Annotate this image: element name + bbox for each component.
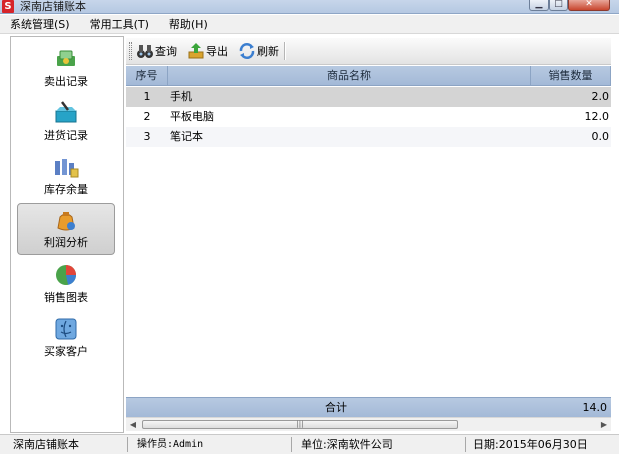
export-button[interactable]: 导出 <box>187 41 228 61</box>
sidebar-item-chart[interactable]: 销售图表 <box>17 259 115 311</box>
window-title: 深南店铺账本 <box>20 0 86 13</box>
menu-system[interactable]: 系统管理(S) <box>10 16 70 32</box>
maximize-button[interactable]: □ <box>549 0 568 11</box>
profit-icon <box>57 212 75 231</box>
cell-no: 3 <box>143 130 151 143</box>
table-row[interactable]: 3 笔记本 0.0 <box>126 127 611 147</box>
sidebar-item-label: 卖出记录 <box>44 75 88 88</box>
cell-qty: 0.0 <box>591 130 610 143</box>
pie-chart-icon <box>56 265 76 285</box>
toolbar-separator <box>284 42 286 60</box>
refresh-button[interactable]: 刷新 <box>238 41 279 61</box>
menu-help[interactable]: 帮助(H) <box>169 16 208 32</box>
close-button[interactable]: ✕ <box>568 0 610 11</box>
cell-name: 笔记本 <box>170 130 203 143</box>
sidebar-item-customers[interactable]: 买家客户 <box>17 313 115 365</box>
export-label: 导出 <box>206 45 228 58</box>
refresh-label: 刷新 <box>257 45 279 58</box>
cell-no: 2 <box>143 110 151 123</box>
scroll-left-icon[interactable]: ◀ <box>126 418 140 431</box>
sidebar-item-profit[interactable]: 利润分析 <box>17 203 115 255</box>
sidebar-item-label: 销售图表 <box>44 291 88 304</box>
summary-label: 合计 <box>325 401 347 414</box>
status-operator: 操作员:Admin <box>134 437 292 452</box>
scroll-right-icon[interactable]: ▶ <box>597 418 611 431</box>
column-header-no[interactable]: 序号 <box>126 66 168 86</box>
minimize-button[interactable]: ▁ <box>529 0 549 11</box>
sidebar-item-label: 买家客户 <box>44 345 88 358</box>
horizontal-scrollbar[interactable]: ◀ ||| ▶ <box>126 417 611 431</box>
sidebar-item-purchase[interactable]: 进货记录 <box>17 97 115 149</box>
sidebar-item-inventory[interactable]: 库存余量 <box>17 151 115 203</box>
query-button[interactable]: 查询 <box>136 41 177 61</box>
refresh-icon <box>239 43 255 59</box>
data-grid: 序号 商品名称 销售数量 1 手机 2.0 2 平板电脑 12.0 3 笔记本 … <box>126 66 611 396</box>
sidebar: 卖出记录 进货记录 库存余量 利润分析 销售图表 买家客户 <box>10 36 124 433</box>
query-label: 查询 <box>155 45 177 58</box>
inventory-icon <box>55 159 79 178</box>
menu-tools[interactable]: 常用工具(T) <box>90 16 149 32</box>
column-header-qty[interactable]: 销售数量 <box>531 66 611 86</box>
binoculars-icon <box>137 45 153 58</box>
status-unit: 单位:深南软件公司 <box>298 437 466 452</box>
column-header-name[interactable]: 商品名称 <box>168 66 531 86</box>
purchase-icon <box>55 101 77 123</box>
status-app: 深南店铺账本 <box>10 437 128 452</box>
sell-icon <box>57 50 75 66</box>
cell-no: 1 <box>143 90 151 103</box>
toolbar: 查询 导出 刷新 <box>126 38 611 65</box>
toolbar-grip[interactable] <box>129 42 132 60</box>
menu-bar: 系统管理(S) 常用工具(T) 帮助(H) <box>0 15 619 34</box>
sidebar-item-label: 库存余量 <box>44 183 88 196</box>
summary-value: 14.0 <box>582 401 608 414</box>
status-bar: 深南店铺账本 操作员:Admin 单位:深南软件公司 日期:2015年06月30… <box>0 434 619 454</box>
summary-row: 合计 14.0 <box>126 397 611 417</box>
cell-name: 平板电脑 <box>170 110 214 123</box>
cell-qty: 2.0 <box>591 90 610 103</box>
table-row[interactable]: 1 手机 2.0 <box>126 87 611 107</box>
app-icon: S <box>2 0 14 13</box>
sidebar-item-label: 利润分析 <box>44 236 88 249</box>
title-bar: S 深南店铺账本 ▁ □ ✕ <box>0 0 619 14</box>
status-date: 日期:2015年06月30日 <box>473 438 588 451</box>
cell-name: 手机 <box>170 90 192 103</box>
customer-icon <box>55 318 77 340</box>
sidebar-item-sales[interactable]: 卖出记录 <box>17 43 115 95</box>
export-icon <box>188 43 204 59</box>
cell-qty: 12.0 <box>584 110 610 123</box>
table-row[interactable]: 2 平板电脑 12.0 <box>126 107 611 127</box>
sidebar-item-label: 进货记录 <box>44 129 88 142</box>
scroll-thumb[interactable]: ||| <box>142 420 458 429</box>
